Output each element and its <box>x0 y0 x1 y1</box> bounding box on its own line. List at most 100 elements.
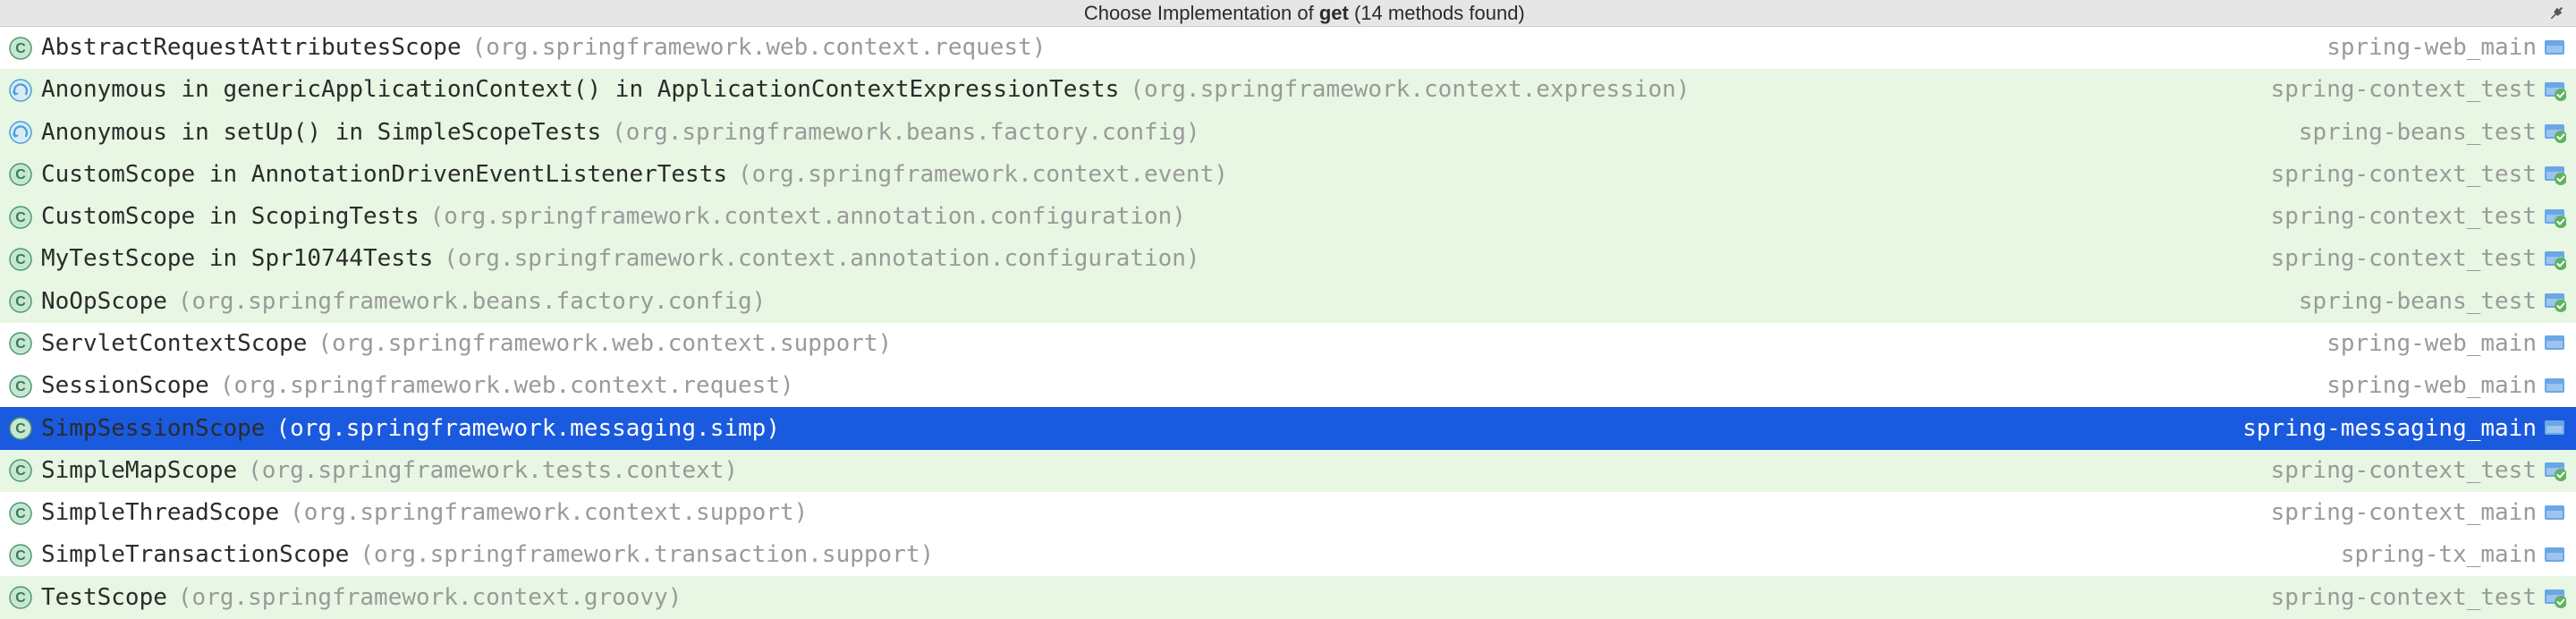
popup-title: Choose Implementation of get (14 methods… <box>1051 0 1525 48</box>
class-icon <box>5 375 36 398</box>
list-item[interactable]: NoOpScope (org.springframework.beans.fact… <box>0 281 2576 323</box>
item-label: SessionScope (org.springframework.web.con… <box>41 365 794 407</box>
list-item[interactable]: TestScope (org.springframework.context.gr… <box>0 576 2576 618</box>
module-name: spring-context_test <box>2271 577 2537 619</box>
class-icon <box>5 459 36 482</box>
implementation-list[interactable]: AbstractRequestAttributesScope(org.sprin… <box>0 27 2576 619</box>
list-item[interactable]: SimpSessionScope(org.springframework.mes… <box>0 407 2576 449</box>
module-name: spring-beans_test <box>2299 112 2537 154</box>
list-item[interactable]: SimpleTransactionScope (org.springframewo… <box>0 534 2576 576</box>
class-name: SimpSessionScope <box>41 408 265 450</box>
item-label: NoOpScope (org.springframework.beans.fact… <box>41 281 766 323</box>
package-name: (org.springframework.messaging.simp) <box>275 408 780 450</box>
module-name: spring-context_test <box>2271 196 2537 238</box>
source-root-icon <box>2542 502 2567 525</box>
title-suffix: (14 methods found) <box>1349 2 1525 24</box>
package-name: (org.springframework.context.expression) <box>1130 69 1690 111</box>
test-root-icon <box>2542 121 2567 144</box>
test-root-icon <box>2542 206 2567 229</box>
class-icon <box>5 502 36 525</box>
class-icon <box>5 206 36 229</box>
class-name: Anonymous in setUp() in SimpleScopeTests <box>41 112 601 154</box>
item-label: CustomScope in AnnotationDrivenEventList… <box>41 154 1228 196</box>
package-name: (org.springframework.context.event) <box>738 154 1228 196</box>
class-name: MyTestScope in Spr10744Tests <box>41 238 433 280</box>
module-name: spring-beans_test <box>2299 281 2537 323</box>
class-name: Anonymous in genericApplicationContext()… <box>41 69 1119 111</box>
package-name: (org.springframework.context.annotation.… <box>430 196 1186 238</box>
list-item[interactable]: SimpleThreadScope (org.springframework.co… <box>0 492 2576 534</box>
class-name: AbstractRequestAttributesScope <box>41 27 462 69</box>
item-label: ServletContextScope(org.springframework.… <box>41 323 892 365</box>
module-name: spring-web_main <box>2326 27 2537 69</box>
source-root-icon <box>2542 544 2567 567</box>
module-name: spring-messaging_main <box>2242 408 2537 450</box>
package-name: (org.springframework.tests.context) <box>248 450 738 492</box>
test-root-icon <box>2542 79 2567 102</box>
package-name: (org.springframework.web.context.support… <box>318 323 892 365</box>
class-name: NoOpScope <box>41 281 167 323</box>
package-name: (org.springframework.transaction.support… <box>360 534 934 576</box>
list-item[interactable]: Anonymous in genericApplicationContext()… <box>0 69 2576 111</box>
package-name: (org.springframework.context.annotation.… <box>444 238 1199 280</box>
source-root-icon <box>2542 332 2567 355</box>
test-root-icon <box>2542 586 2567 609</box>
class-name: CustomScope in AnnotationDrivenEventList… <box>41 154 727 196</box>
class-name: SimpleThreadScope <box>41 492 279 534</box>
popup-header: Choose Implementation of get (14 methods… <box>0 0 2576 27</box>
item-label: CustomScope in ScopingTests (org.springfr… <box>41 196 1186 238</box>
item-label: SimpleThreadScope (org.springframework.co… <box>41 492 808 534</box>
test-root-icon <box>2542 248 2567 271</box>
list-item[interactable]: CustomScope in AnnotationDrivenEventList… <box>0 154 2576 196</box>
anonymous-class-icon <box>5 121 36 144</box>
class-name: TestScope <box>41 577 167 619</box>
list-item[interactable]: SimpleMapScope (org.springframework.tests… <box>0 450 2576 492</box>
list-item[interactable]: ServletContextScope(org.springframework.… <box>0 323 2576 365</box>
module-name: spring-context_test <box>2271 69 2537 111</box>
class-icon <box>5 248 36 271</box>
pin-icon[interactable] <box>2546 3 2567 24</box>
implementation-chooser-popup: Choose Implementation of get (14 methods… <box>0 0 2576 619</box>
list-item[interactable]: MyTestScope in Spr10744Tests (org.springf… <box>0 238 2576 280</box>
class-icon <box>5 37 36 60</box>
package-name: (org.springframework.beans.factory.confi… <box>178 281 766 323</box>
module-name: spring-web_main <box>2326 323 2537 365</box>
module-name: spring-web_main <box>2326 365 2537 407</box>
item-label: AbstractRequestAttributesScope(org.sprin… <box>41 27 1046 69</box>
class-icon <box>5 417 36 440</box>
class-name: CustomScope in ScopingTests <box>41 196 419 238</box>
package-name: (org.springframework.context.support) <box>290 492 808 534</box>
test-root-icon <box>2542 459 2567 482</box>
class-name: SessionScope <box>41 365 209 407</box>
package-name: (org.springframework.context.groovy) <box>178 577 682 619</box>
anonymous-class-icon <box>5 79 36 102</box>
list-item[interactable]: SessionScope (org.springframework.web.con… <box>0 365 2576 407</box>
class-icon <box>5 290 36 313</box>
module-name: spring-context_test <box>2271 450 2537 492</box>
item-label: SimpleMapScope (org.springframework.tests… <box>41 450 738 492</box>
list-item[interactable]: Anonymous in setUp() in SimpleScopeTests… <box>0 112 2576 154</box>
test-root-icon <box>2542 163 2567 186</box>
source-root-icon <box>2542 375 2567 398</box>
class-icon <box>5 163 36 186</box>
item-label: MyTestScope in Spr10744Tests (org.springf… <box>41 238 1200 280</box>
item-label: Anonymous in setUp() in SimpleScopeTests… <box>41 112 1200 154</box>
item-label: SimpSessionScope(org.springframework.mes… <box>41 408 780 450</box>
item-label: Anonymous in genericApplicationContext()… <box>41 69 1690 111</box>
module-name: spring-context_test <box>2271 154 2537 196</box>
module-name: spring-context_main <box>2271 492 2537 534</box>
test-root-icon <box>2542 290 2567 313</box>
package-name: (org.springframework.beans.factory.confi… <box>612 112 1199 154</box>
package-name: (org.springframework.web.context.request… <box>472 27 1046 69</box>
item-label: TestScope (org.springframework.context.gr… <box>41 577 682 619</box>
module-name: spring-context_test <box>2271 238 2537 280</box>
class-name: SimpleTransactionScope <box>41 534 349 576</box>
module-name: spring-tx_main <box>2341 534 2537 576</box>
package-name: (org.springframework.web.context.request… <box>220 365 794 407</box>
source-root-icon <box>2542 37 2567 60</box>
class-icon <box>5 544 36 567</box>
item-label: SimpleTransactionScope (org.springframewo… <box>41 534 934 576</box>
list-item[interactable]: CustomScope in ScopingTests (org.springfr… <box>0 196 2576 238</box>
class-name: SimpleMapScope <box>41 450 237 492</box>
source-root-icon <box>2542 417 2567 440</box>
